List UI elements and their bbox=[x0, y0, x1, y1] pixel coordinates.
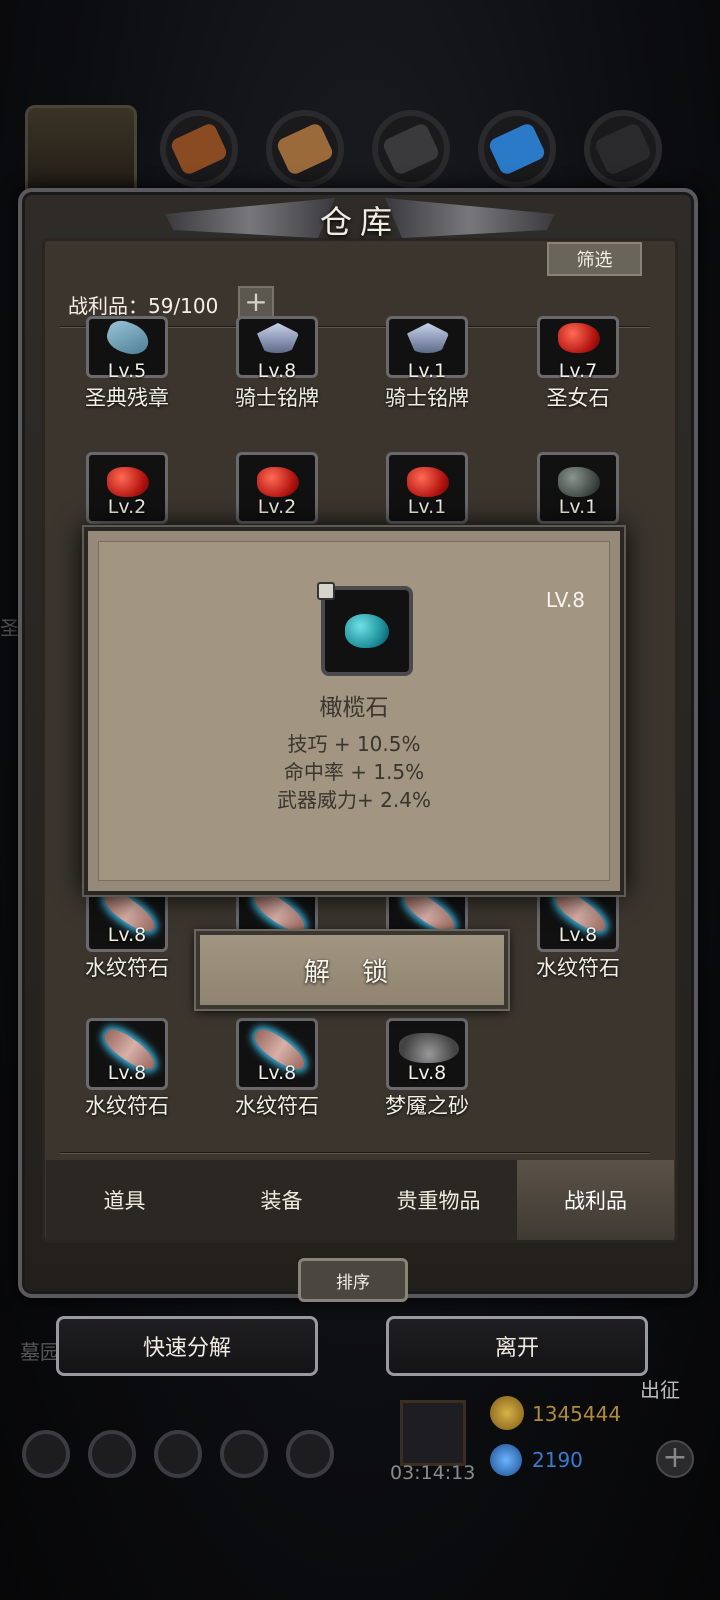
item-name: 橄榄石 bbox=[319, 695, 389, 721]
leave-button[interactable]: 离开 bbox=[386, 1316, 648, 1376]
map-icon[interactable] bbox=[154, 1430, 202, 1478]
filter-button[interactable]: 筛选 bbox=[547, 242, 642, 276]
gift-icon[interactable] bbox=[400, 1400, 466, 1466]
resource-iron-icon bbox=[372, 110, 450, 188]
tab-equipment[interactable]: 装备 bbox=[203, 1160, 360, 1240]
tab-valuables[interactable]: 贵重物品 bbox=[360, 1160, 517, 1240]
inventory-item[interactable]: Lv.8 骑士铭牌 bbox=[202, 316, 352, 410]
item-detail-inner: LV.8 橄榄石 技巧 + 10.5% 命中率 + 1.5% 武器威力+ 2.4… bbox=[98, 541, 610, 881]
item-stat: 技巧 + 10.5% bbox=[287, 732, 421, 756]
diamond-amount: 2190 bbox=[532, 1448, 583, 1472]
achievement-icon[interactable] bbox=[88, 1430, 136, 1478]
item-stat: 武器威力+ 2.4% bbox=[277, 788, 431, 812]
item-level: LV.8 bbox=[545, 588, 585, 612]
olivine-gem-icon bbox=[321, 586, 413, 676]
gift-timer: 03:14:13 bbox=[390, 1462, 476, 1484]
inventory-item[interactable]: Lv.8 水纹符石 bbox=[503, 880, 653, 990]
sort-button[interactable]: 排序 bbox=[298, 1258, 408, 1302]
gold-coin-icon bbox=[490, 1396, 524, 1430]
item-detail-popup: LV.8 橄榄石 技巧 + 10.5% 命中率 + 1.5% 武器威力+ 2.4… bbox=[84, 527, 624, 895]
shop-icon[interactable] bbox=[286, 1430, 334, 1478]
inventory-item[interactable]: Lv.8 水纹符石 bbox=[202, 1018, 352, 1128]
crest-wing-right bbox=[385, 198, 555, 238]
inventory-item[interactable]: Lv.7 圣女石 bbox=[503, 316, 653, 410]
tab-items[interactable]: 道具 bbox=[46, 1160, 203, 1240]
unlock-button[interactable]: 解 锁 bbox=[196, 931, 508, 1009]
mail-icon[interactable] bbox=[220, 1430, 268, 1478]
loot-capacity: 战利品：59/100 bbox=[68, 294, 219, 318]
category-tabs: 道具 装备 贵重物品 战利品 bbox=[46, 1160, 674, 1240]
expand-capacity-button[interactable]: + bbox=[238, 286, 274, 320]
resource-ore-icon bbox=[160, 110, 238, 188]
resource-wood-icon bbox=[266, 110, 344, 188]
inventory-item[interactable]: Lv.8 梦魇之砂 bbox=[352, 1018, 502, 1128]
crest-wing-left bbox=[165, 198, 335, 238]
resource-crystal-icon bbox=[478, 110, 556, 188]
panel-title: 仓库 bbox=[319, 203, 400, 241]
add-currency-button[interactable]: + bbox=[656, 1440, 694, 1478]
settings-icon[interactable] bbox=[22, 1430, 70, 1478]
inventory-item[interactable]: Lv.1 骑士铭牌 bbox=[352, 316, 502, 410]
panel-crest: 仓库 bbox=[165, 180, 555, 260]
side-label-expedition[interactable]: 出征 bbox=[640, 1374, 680, 1403]
inventory-item[interactable]: Lv.8 水纹符石 bbox=[52, 1018, 202, 1128]
lock-icon bbox=[317, 582, 335, 600]
resource-steel-icon bbox=[584, 110, 662, 188]
inventory-item[interactable]: Lv.5 圣典残章 bbox=[52, 316, 202, 410]
item-stat: 命中率 + 1.5% bbox=[283, 760, 425, 784]
grid-bottom-divider bbox=[60, 1152, 650, 1154]
gold-amount: 1345444 bbox=[532, 1402, 622, 1426]
tab-loot[interactable]: 战利品 bbox=[517, 1160, 674, 1240]
inventory-item[interactable]: Lv.8 水纹符石 bbox=[52, 880, 202, 990]
diamond-icon bbox=[490, 1444, 522, 1476]
quick-decompose-button[interactable]: 快速分解 bbox=[56, 1316, 318, 1376]
side-label-graveyard: 墓园 bbox=[20, 1340, 60, 1364]
